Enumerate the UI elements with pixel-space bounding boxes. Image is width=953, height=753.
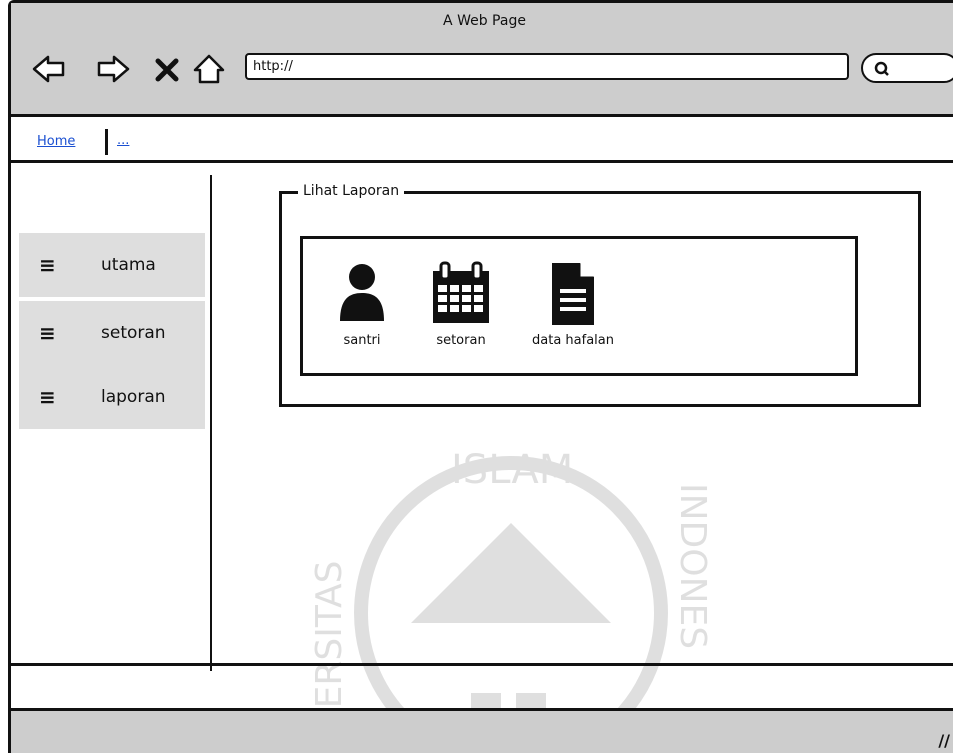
- window-title: A Web Page: [443, 13, 526, 29]
- group-title: Lihat Laporan: [298, 183, 405, 199]
- menu-icon: ≡: [39, 385, 56, 409]
- document-icon: [552, 263, 594, 325]
- report-group: Lihat Laporan santri setoran data hafala…: [279, 183, 921, 407]
- sidebar-item-label: utama: [101, 255, 156, 275]
- sidebar-item-laporan[interactable]: ≡ laporan: [19, 365, 205, 429]
- browser-chrome: A Web Page http://: [11, 3, 953, 117]
- status-bar: //: [11, 708, 953, 753]
- watermark-text-right: INDONES: [672, 483, 713, 649]
- address-bar[interactable]: http://: [245, 53, 849, 80]
- resize-grip-icon[interactable]: //: [938, 731, 950, 750]
- browser-window: A Web Page http:// Home ... ≡ utama ≡ se…: [8, 0, 953, 753]
- tile-label: santri: [343, 333, 381, 348]
- tab-more[interactable]: ...: [117, 133, 129, 148]
- search-field[interactable]: [861, 53, 953, 83]
- sidebar-item-setoran[interactable]: ≡ setoran: [19, 301, 205, 365]
- user-icon: [340, 264, 384, 321]
- search-icon: [874, 61, 889, 76]
- sidebar-item-label: laporan: [101, 387, 166, 407]
- sidebar-divider: [210, 175, 212, 671]
- university-watermark: ISLAM VERSITAS INDONES: [309, 447, 713, 753]
- report-panel: santri setoran data hafalan: [300, 236, 858, 376]
- sidebar-item-utama[interactable]: ≡ utama: [19, 233, 205, 297]
- watermark-text-top: ISLAM: [451, 447, 573, 493]
- tile-label: setoran: [436, 333, 486, 348]
- calendar-icon: [433, 261, 489, 323]
- tab-divider: [105, 129, 108, 155]
- close-icon[interactable]: [149, 51, 185, 87]
- home-icon[interactable]: [191, 51, 227, 87]
- tile-santri[interactable]: santri: [327, 261, 397, 348]
- tab-home[interactable]: Home: [37, 134, 75, 149]
- tile-setoran[interactable]: setoran: [421, 261, 501, 348]
- menu-icon: ≡: [39, 321, 56, 345]
- sidebar-item-label: setoran: [101, 323, 166, 343]
- menu-icon: ≡: [39, 253, 56, 277]
- back-arrow-icon[interactable]: [31, 51, 67, 87]
- tile-label: data hafalan: [532, 333, 614, 348]
- tile-data-hafalan[interactable]: data hafalan: [521, 261, 625, 348]
- forward-arrow-icon[interactable]: [95, 51, 131, 87]
- tab-bar: Home ...: [11, 117, 953, 163]
- content-bottom-divider: [11, 663, 953, 666]
